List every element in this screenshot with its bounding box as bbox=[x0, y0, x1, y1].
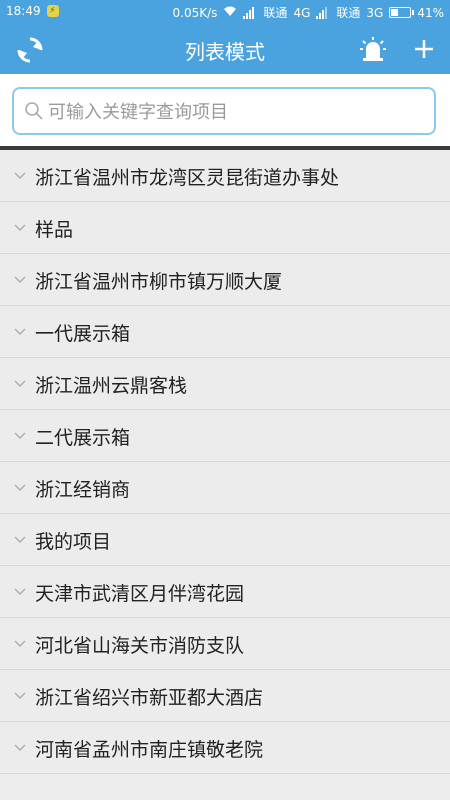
list-item[interactable]: 河北省山海关市消防支队 bbox=[0, 618, 450, 670]
chevron-down-icon bbox=[14, 432, 26, 439]
wifi-icon bbox=[223, 6, 237, 20]
list-item-label: 浙江温州云鼎客栈 bbox=[35, 375, 188, 397]
list-item[interactable]: 天津市武清区月伴湾花园 bbox=[0, 566, 450, 618]
list-item-label: 天津市武清区月伴湾花园 bbox=[35, 583, 245, 605]
add-icon[interactable] bbox=[412, 37, 436, 61]
list-item-label: 河北省山海关市消防支队 bbox=[35, 635, 245, 657]
status-time: 18:49 bbox=[6, 4, 41, 18]
chevron-down-icon bbox=[14, 276, 26, 283]
status-right: 0.05K/s 联通 4G 联通 3G 41% bbox=[173, 4, 444, 21]
carrier-2: 联通 bbox=[336, 6, 361, 20]
list-item[interactable]: 一代展示箱 bbox=[0, 306, 450, 358]
list-item-label: 浙江省绍兴市新亚都大酒店 bbox=[35, 687, 264, 709]
chevron-down-icon bbox=[14, 692, 26, 699]
list-item[interactable]: 浙江省绍兴市新亚都大酒店 bbox=[0, 670, 450, 722]
list-item-label: 我的项目 bbox=[35, 531, 112, 553]
list-item[interactable]: 样品 bbox=[0, 202, 450, 254]
alarm-icon[interactable] bbox=[360, 36, 386, 62]
list-item-label: 浙江省温州市龙湾区灵昆街道办事处 bbox=[35, 167, 340, 189]
list-item-label: 二代展示箱 bbox=[35, 427, 131, 449]
chevron-down-icon bbox=[14, 536, 26, 543]
list-item-label: 浙江经销商 bbox=[35, 479, 131, 501]
list-item-label: 样品 bbox=[35, 219, 74, 241]
chevron-down-icon bbox=[14, 744, 26, 751]
signal-icon-2 bbox=[316, 6, 330, 19]
list-item[interactable]: 浙江经销商 bbox=[0, 462, 450, 514]
list-item[interactable]: 浙江省温州市龙湾区灵昆街道办事处 bbox=[0, 150, 450, 202]
network-type-2: 3G bbox=[366, 5, 384, 20]
network-speed: 0.05K/s bbox=[172, 5, 218, 20]
status-left: 18:49 ⚡ bbox=[6, 4, 59, 18]
project-list: 浙江省温州市龙湾区灵昆街道办事处 样品 浙江省温州市柳市镇万顺大厦 一代展示箱 … bbox=[0, 150, 450, 774]
carrier-1: 联通 bbox=[263, 6, 288, 20]
search-input[interactable] bbox=[46, 89, 430, 135]
list-item[interactable]: 我的项目 bbox=[0, 514, 450, 566]
list-item-label: 浙江省温州市柳市镇万顺大厦 bbox=[35, 271, 283, 293]
app-header: 列表模式 bbox=[0, 24, 450, 74]
search-icon bbox=[25, 102, 43, 120]
battery-icon bbox=[389, 7, 415, 18]
list-item-label: 河南省孟州市南庄镇敬老院 bbox=[35, 739, 264, 761]
list-item[interactable]: 河南省孟州市南庄镇敬老院 bbox=[0, 722, 450, 774]
list-item[interactable]: 二代展示箱 bbox=[0, 410, 450, 462]
chevron-down-icon bbox=[14, 380, 26, 387]
chevron-down-icon bbox=[14, 224, 26, 231]
search-box[interactable] bbox=[12, 87, 436, 135]
status-bar: 18:49 ⚡ 0.05K/s 联通 4G 联通 3G 41% bbox=[0, 0, 450, 24]
chevron-down-icon bbox=[14, 588, 26, 595]
chevron-down-icon bbox=[14, 328, 26, 335]
chevron-down-icon bbox=[14, 484, 26, 491]
search-bar bbox=[0, 74, 450, 146]
chevron-down-icon bbox=[14, 172, 26, 179]
chevron-down-icon bbox=[14, 640, 26, 647]
app-notification-icon: ⚡ bbox=[46, 5, 59, 17]
battery-percent: 41% bbox=[417, 5, 444, 20]
list-item[interactable]: 浙江温州云鼎客栈 bbox=[0, 358, 450, 410]
list-item-label: 一代展示箱 bbox=[35, 323, 131, 345]
network-type-1: 4G bbox=[293, 5, 311, 20]
list-item[interactable]: 浙江省温州市柳市镇万顺大厦 bbox=[0, 254, 450, 306]
signal-icon-1 bbox=[243, 6, 257, 19]
